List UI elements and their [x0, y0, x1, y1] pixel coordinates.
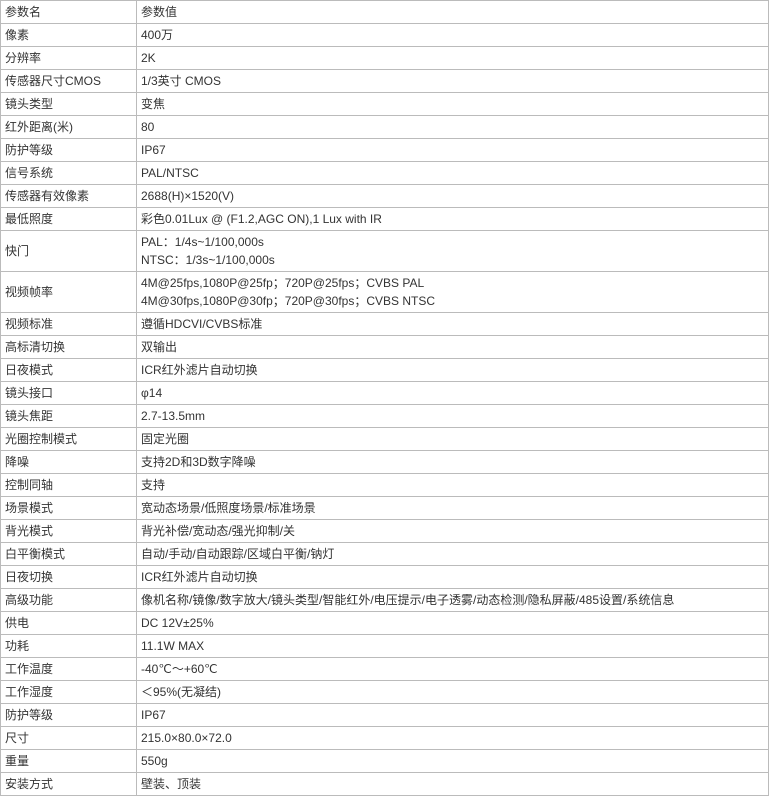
param-name-cell: 安装方式 — [1, 773, 137, 796]
table-row: 传感器有效像素2688(H)×1520(V) — [1, 185, 769, 208]
param-name-cell: 光圈控制模式 — [1, 428, 137, 451]
param-name-cell: 红外距离(米) — [1, 116, 137, 139]
table-row: 高标清切换双输出 — [1, 336, 769, 359]
param-value-cell: 固定光圈 — [137, 428, 769, 451]
param-name-cell: 供电 — [1, 612, 137, 635]
table-row: 像素400万 — [1, 24, 769, 47]
param-name-cell: 传感器尺寸CMOS — [1, 70, 137, 93]
table-row: 防护等级IP67 — [1, 139, 769, 162]
param-name-cell: 尺寸 — [1, 727, 137, 750]
param-value-cell: 变焦 — [137, 93, 769, 116]
param-value-cell: 背光补偿/宽动态/强光抑制/关 — [137, 520, 769, 543]
param-value-cell: 支持 — [137, 474, 769, 497]
param-value-cell: PAL/NTSC — [137, 162, 769, 185]
param-value-cell: 壁装、顶装 — [137, 773, 769, 796]
param-value-cell: 400万 — [137, 24, 769, 47]
spec-table-body: 参数名 参数值 像素400万分辨率2K传感器尺寸CMOS1/3英寸 CMOS镜头… — [1, 1, 769, 796]
table-row: 背光模式背光补偿/宽动态/强光抑制/关 — [1, 520, 769, 543]
param-name-cell: 像素 — [1, 24, 137, 47]
param-name-cell: 防护等级 — [1, 704, 137, 727]
param-value-cell: 1/3英寸 CMOS — [137, 70, 769, 93]
param-name-cell: 工作温度 — [1, 658, 137, 681]
table-row: 信号系统PAL/NTSC — [1, 162, 769, 185]
table-row: 光圈控制模式固定光圈 — [1, 428, 769, 451]
param-value-cell: 4M@25fps,1080P@25fp；720P@25fps；CVBS PAL4… — [137, 272, 769, 313]
param-name-cell: 降噪 — [1, 451, 137, 474]
table-row: 安装方式壁装、顶装 — [1, 773, 769, 796]
param-value-cell: PAL：1/4s~1/100,000sNTSC：1/3s~1/100,000s — [137, 231, 769, 272]
param-name-cell: 信号系统 — [1, 162, 137, 185]
table-row: 最低照度彩色0.01Lux @ (F1.2,AGC ON),1 Lux with… — [1, 208, 769, 231]
param-name-cell: 视频标准 — [1, 313, 137, 336]
param-value-cell: 550g — [137, 750, 769, 773]
table-row: 防护等级IP67 — [1, 704, 769, 727]
table-row: 尺寸215.0×80.0×72.0 — [1, 727, 769, 750]
param-name-cell: 快门 — [1, 231, 137, 272]
table-row: 视频标准遵循HDCVI/CVBS标准 — [1, 313, 769, 336]
param-value-cell: 支持2D和3D数字降噪 — [137, 451, 769, 474]
param-value-cell: 宽动态场景/低照度场景/标准场景 — [137, 497, 769, 520]
param-value-cell: 80 — [137, 116, 769, 139]
param-name-cell: 镜头焦距 — [1, 405, 137, 428]
param-name-cell: 高标清切换 — [1, 336, 137, 359]
param-name-cell: 背光模式 — [1, 520, 137, 543]
table-row: 传感器尺寸CMOS1/3英寸 CMOS — [1, 70, 769, 93]
param-value-cell: 遵循HDCVI/CVBS标准 — [137, 313, 769, 336]
param-value-cell: IP67 — [137, 704, 769, 727]
param-value-cell: 2K — [137, 47, 769, 70]
param-name-cell: 传感器有效像素 — [1, 185, 137, 208]
param-value-cell: -40℃～+60℃ — [137, 658, 769, 681]
param-value-cell: ICR红外滤片自动切换 — [137, 359, 769, 382]
param-value-cell: 2688(H)×1520(V) — [137, 185, 769, 208]
table-row: 白平衡模式自动/手动/自动跟踪/区域白平衡/钠灯 — [1, 543, 769, 566]
param-name-cell: 场景模式 — [1, 497, 137, 520]
param-name-cell: 镜头接口 — [1, 382, 137, 405]
table-row: 高级功能像机名称/镜像/数字放大/镜头类型/智能红外/电压提示/电子透雾/动态检… — [1, 589, 769, 612]
param-value-cell: φ14 — [137, 382, 769, 405]
table-header-row: 参数名 参数值 — [1, 1, 769, 24]
param-value-cell: 双输出 — [137, 336, 769, 359]
table-row: 快门PAL：1/4s~1/100,000sNTSC：1/3s~1/100,000… — [1, 231, 769, 272]
param-value-cell: ICR红外滤片自动切换 — [137, 566, 769, 589]
table-row: 工作湿度＜95%(无凝结) — [1, 681, 769, 704]
param-value-cell: IP67 — [137, 139, 769, 162]
table-row: 镜头接口φ14 — [1, 382, 769, 405]
param-name-cell: 最低照度 — [1, 208, 137, 231]
table-row: 供电DC 12V±25% — [1, 612, 769, 635]
param-name-cell: 日夜模式 — [1, 359, 137, 382]
table-row: 红外距离(米)80 — [1, 116, 769, 139]
param-name-cell: 白平衡模式 — [1, 543, 137, 566]
param-value-cell: 彩色0.01Lux @ (F1.2,AGC ON),1 Lux with IR — [137, 208, 769, 231]
param-value-cell: 像机名称/镜像/数字放大/镜头类型/智能红外/电压提示/电子透雾/动态检测/隐私… — [137, 589, 769, 612]
table-row: 重量550g — [1, 750, 769, 773]
table-row: 镜头类型变焦 — [1, 93, 769, 116]
param-name-cell: 重量 — [1, 750, 137, 773]
param-name-cell: 镜头类型 — [1, 93, 137, 116]
table-row: 镜头焦距2.7-13.5mm — [1, 405, 769, 428]
param-value-cell: 215.0×80.0×72.0 — [137, 727, 769, 750]
param-name-cell: 防护等级 — [1, 139, 137, 162]
param-name-cell: 分辨率 — [1, 47, 137, 70]
table-row: 降噪支持2D和3D数字降噪 — [1, 451, 769, 474]
param-name-cell: 控制同轴 — [1, 474, 137, 497]
param-value-cell: 2.7-13.5mm — [137, 405, 769, 428]
param-value-cell: ＜95%(无凝结) — [137, 681, 769, 704]
table-row: 日夜切换ICR红外滤片自动切换 — [1, 566, 769, 589]
table-row: 工作温度-40℃～+60℃ — [1, 658, 769, 681]
table-row: 分辨率2K — [1, 47, 769, 70]
param-name-cell: 高级功能 — [1, 589, 137, 612]
table-row: 控制同轴支持 — [1, 474, 769, 497]
param-name-cell: 日夜切换 — [1, 566, 137, 589]
table-row: 视频帧率4M@25fps,1080P@25fp；720P@25fps；CVBS … — [1, 272, 769, 313]
param-name-cell: 工作湿度 — [1, 681, 137, 704]
param-name-cell: 视频帧率 — [1, 272, 137, 313]
spec-table: 参数名 参数值 像素400万分辨率2K传感器尺寸CMOS1/3英寸 CMOS镜头… — [0, 0, 769, 796]
header-value-cell: 参数值 — [137, 1, 769, 24]
param-value-cell: DC 12V±25% — [137, 612, 769, 635]
table-row: 场景模式宽动态场景/低照度场景/标准场景 — [1, 497, 769, 520]
table-row: 日夜模式ICR红外滤片自动切换 — [1, 359, 769, 382]
param-value-cell: 自动/手动/自动跟踪/区域白平衡/钠灯 — [137, 543, 769, 566]
header-name-cell: 参数名 — [1, 1, 137, 24]
